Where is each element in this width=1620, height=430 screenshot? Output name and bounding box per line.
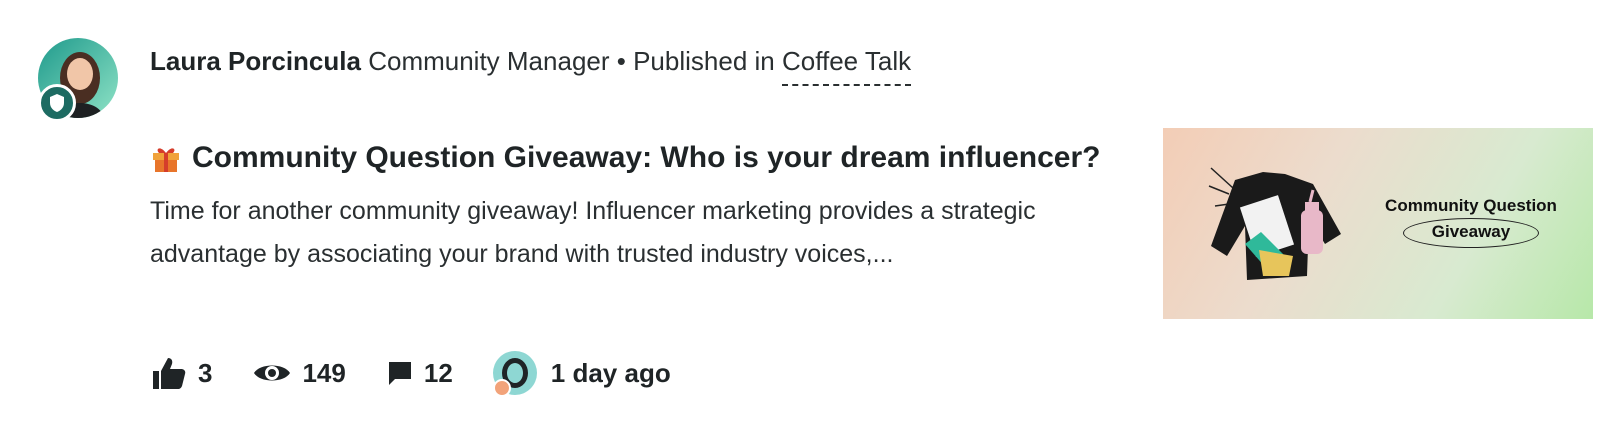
last-activity-time: 1 day ago (550, 357, 671, 388)
gift-icon (153, 148, 179, 172)
thumbs-up-icon (153, 358, 186, 389)
shield-icon (50, 94, 64, 112)
author-avatar-wrap[interactable] (38, 38, 118, 122)
views-count: 149 (302, 357, 346, 388)
author-name[interactable]: Laura Porcincula (150, 46, 361, 76)
comments-count: 12 (423, 357, 453, 388)
last-commenter-avatar-wrap[interactable] (492, 351, 537, 397)
moderator-badge (38, 84, 76, 122)
eye-icon (254, 365, 291, 381)
last-activity[interactable]: 1 day ago (492, 351, 671, 397)
post-excerpt: Time for another community giveaway! Inf… (150, 197, 1036, 268)
post-byline: Laura Porcincula Community Manager • Pub… (150, 44, 912, 86)
views-stat: 149 (252, 357, 346, 389)
member-badge (492, 379, 511, 397)
likes-count: 3 (198, 357, 213, 388)
byline-separator: • (616, 46, 626, 76)
thumbnail-subheading: Giveaway (1431, 222, 1511, 241)
post-thumbnail[interactable]: Community Question Giveaway (1163, 128, 1593, 319)
published-in-label: Published in (633, 46, 775, 76)
author-role: Community Manager (368, 46, 610, 76)
merch-illustration (1208, 167, 1341, 280)
comments-button[interactable]: 12 (386, 358, 453, 389)
post-title[interactable]: Community Question Giveaway: Who is your… (150, 138, 1101, 178)
post-title-text[interactable]: Community Question Giveaway: Who is your… (192, 138, 1101, 178)
post-stats: 3 149 12 1 day ago (150, 350, 671, 397)
comment-icon (388, 362, 411, 385)
like-button[interactable]: 3 (150, 354, 212, 392)
thumbnail-heading: Community Question (1385, 196, 1557, 215)
space-link[interactable]: Coffee Talk (781, 46, 912, 86)
